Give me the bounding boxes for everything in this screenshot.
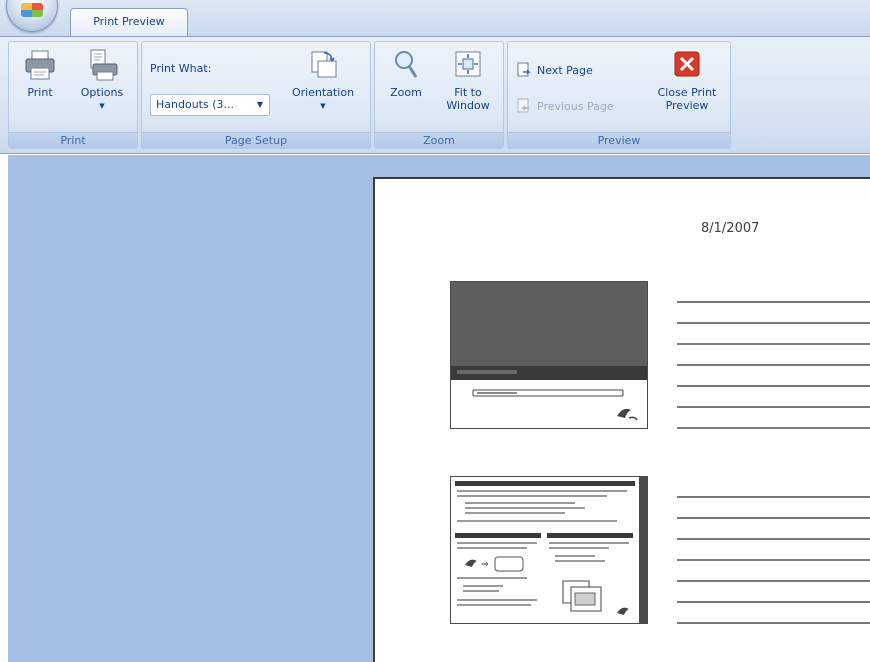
close-icon <box>674 51 700 77</box>
ribbon: Print Options ▼ Print Print What: Handou… <box>0 36 870 154</box>
options-button-label: Options <box>80 86 124 99</box>
group-preview: Next Page Previous Page Close Print Prev… <box>507 41 731 149</box>
group-label-page-setup: Page Setup <box>142 132 370 148</box>
print-what-label: Print What: <box>150 62 212 75</box>
note-line <box>677 559 870 561</box>
print-what-value: Handouts (3... <box>156 98 234 111</box>
slide-2-preview: ⇒ <box>455 477 647 623</box>
chevron-down-icon: ▼ <box>99 102 105 110</box>
orientation-button-label: Orientation <box>291 86 355 99</box>
note-line <box>677 517 870 519</box>
group-page-setup: Print What: Handouts (3... ▼ Orientation… <box>141 41 371 149</box>
next-page-icon <box>517 62 531 77</box>
group-label-preview: Preview <box>508 132 730 148</box>
chevron-down-icon: ▼ <box>320 102 326 110</box>
group-zoom: Zoom Fit to Window Zoom <box>374 41 504 149</box>
print-button-label: Print <box>27 86 53 99</box>
note-line <box>677 322 870 324</box>
svg-text:⇒: ⇒ <box>481 560 489 570</box>
fit-to-window-icon <box>455 51 481 77</box>
office-logo-icon <box>21 3 43 17</box>
previous-page-icon <box>517 98 529 113</box>
note-line <box>677 364 870 366</box>
preview-page[interactable]: 8/1/2007 ⇒ <box>373 177 870 662</box>
print-button[interactable]: Print <box>15 48 65 99</box>
slide-thumbnail-1 <box>450 281 648 429</box>
next-page-button[interactable]: Next Page <box>516 62 593 78</box>
fit-label-line1: Fit to <box>454 86 482 99</box>
fit-to-window-button[interactable]: Fit to Window <box>437 48 499 112</box>
group-label-print: Print <box>9 132 137 148</box>
print-what-dropdown[interactable]: Handouts (3... ▼ <box>150 94 270 116</box>
orientation-icon <box>311 51 337 78</box>
tab-print-preview[interactable]: Print Preview <box>70 8 188 37</box>
close-label-line2: Preview <box>665 99 709 112</box>
note-line <box>677 496 870 498</box>
previous-page-button[interactable]: Previous Page <box>516 98 614 114</box>
previous-page-label: Previous Page <box>537 99 614 113</box>
note-line <box>677 580 870 582</box>
orientation-button[interactable]: Orientation ▼ <box>282 48 364 113</box>
note-line <box>677 406 870 408</box>
slide-1-preview <box>451 282 647 421</box>
note-line <box>677 538 870 540</box>
close-print-preview-button[interactable]: Close Print Preview <box>648 48 726 112</box>
group-print: Print Options ▼ Print <box>8 41 138 149</box>
dropdown-caret-icon: ▼ <box>256 100 263 109</box>
note-line <box>677 385 870 387</box>
zoom-button-label: Zoom <box>390 86 422 99</box>
note-line <box>677 343 870 345</box>
print-options-icon <box>90 49 118 81</box>
printer-icon <box>25 50 55 80</box>
zoom-button[interactable]: Zoom <box>381 48 431 99</box>
fit-label-line2: Window <box>446 99 490 112</box>
close-label-line1: Close Print <box>657 86 717 99</box>
options-button[interactable]: Options ▼ <box>73 48 131 113</box>
page-date: 8/1/2007 <box>701 221 760 236</box>
slide-thumbnail-2: ⇒ <box>450 476 648 624</box>
magnifier-icon <box>395 51 418 78</box>
ribbon-tab-strip: Print Preview <box>0 0 870 37</box>
note-line <box>677 622 870 624</box>
office-button[interactable] <box>6 0 58 32</box>
left-edge <box>0 155 8 662</box>
note-line <box>677 427 870 429</box>
note-line <box>677 601 870 603</box>
next-page-label: Next Page <box>537 63 593 77</box>
note-line <box>677 301 870 303</box>
group-label-zoom: Zoom <box>375 132 503 148</box>
